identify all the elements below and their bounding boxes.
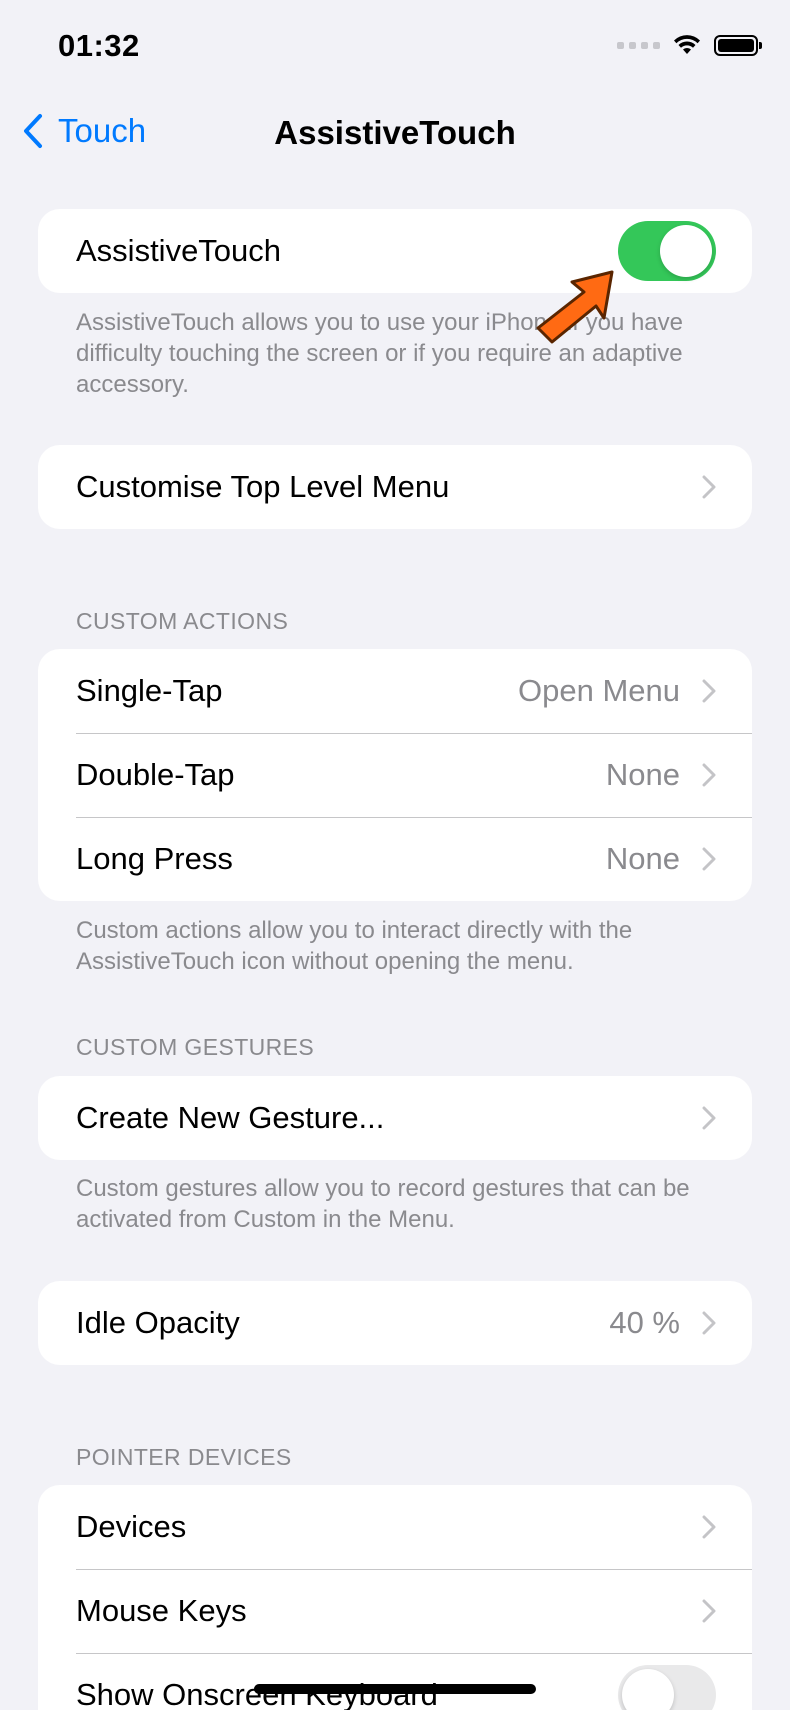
custom-gestures-header: CUSTOM GESTURES bbox=[76, 1034, 315, 1060]
chevron-right-icon bbox=[702, 847, 716, 871]
custom-actions-footer: Custom actions allow you to interact dir… bbox=[76, 917, 633, 975]
home-indicator[interactable] bbox=[254, 1684, 536, 1694]
chevron-right-icon bbox=[702, 679, 716, 703]
single-tap-label: Single-Tap bbox=[76, 673, 223, 708]
show-onscreen-keyboard-toggle[interactable] bbox=[618, 1665, 716, 1710]
customise-top-level-menu-row[interactable]: Customise Top Level Menu bbox=[38, 445, 752, 529]
pointer-devices-header: POINTER DEVICES bbox=[76, 1444, 292, 1470]
create-new-gesture-row[interactable]: Create New Gesture... bbox=[38, 1076, 752, 1160]
chevron-right-icon bbox=[702, 475, 716, 499]
annotation-arrow-icon bbox=[536, 270, 614, 344]
status-icons bbox=[617, 34, 762, 56]
assistive-touch-footer: AssistiveTouch allows you to use your iP… bbox=[76, 309, 683, 398]
status-time: 01:32 bbox=[58, 28, 140, 63]
navigation-bar: Touch AssistiveTouch bbox=[0, 96, 790, 172]
mouse-keys-row[interactable]: Mouse Keys bbox=[38, 1569, 752, 1653]
top-level-menu-group: Customise Top Level Menu bbox=[38, 445, 752, 529]
cellular-signal-icon bbox=[617, 41, 660, 49]
chevron-right-icon bbox=[702, 1515, 716, 1539]
custom-actions-header: CUSTOM ACTIONS bbox=[76, 608, 289, 634]
create-new-gesture-label: Create New Gesture... bbox=[76, 1100, 385, 1135]
custom-gestures-group: Create New Gesture... bbox=[38, 1076, 752, 1160]
show-onscreen-keyboard-row: Show Onscreen Keyboard bbox=[38, 1653, 752, 1710]
chevron-right-icon bbox=[702, 763, 716, 787]
idle-opacity-value: 40 % bbox=[609, 1305, 680, 1340]
assistive-touch-group: AssistiveTouch bbox=[38, 209, 752, 293]
wifi-icon bbox=[674, 35, 700, 54]
assistive-touch-label: AssistiveTouch bbox=[76, 233, 282, 268]
customise-top-level-menu-label: Customise Top Level Menu bbox=[76, 469, 450, 504]
chevron-right-icon bbox=[702, 1599, 716, 1623]
devices-label: Devices bbox=[76, 1509, 187, 1544]
double-tap-label: Double-Tap bbox=[76, 757, 235, 792]
assistive-touch-row: AssistiveTouch bbox=[38, 209, 752, 293]
page-title: AssistiveTouch bbox=[274, 114, 516, 151]
chevron-right-icon bbox=[702, 1106, 716, 1130]
long-press-value: None bbox=[605, 841, 680, 876]
double-tap-row[interactable]: Double-Tap None bbox=[38, 733, 752, 817]
mouse-keys-label: Mouse Keys bbox=[76, 1593, 247, 1628]
idle-opacity-row[interactable]: Idle Opacity 40 % bbox=[38, 1281, 752, 1365]
long-press-label: Long Press bbox=[76, 841, 233, 876]
single-tap-value: Open Menu bbox=[518, 673, 680, 708]
double-tap-value: None bbox=[605, 757, 680, 792]
custom-actions-group: Single-Tap Open Menu Double-Tap None Lon… bbox=[38, 649, 752, 901]
custom-gestures-footer: Custom gestures allow you to record gest… bbox=[76, 1175, 690, 1233]
status-bar: 01:32 bbox=[0, 0, 790, 96]
pointer-devices-group: Devices Mouse Keys Show Onscreen Keyboar… bbox=[38, 1485, 752, 1710]
battery-icon bbox=[714, 34, 762, 56]
single-tap-row[interactable]: Single-Tap Open Menu bbox=[38, 649, 752, 733]
idle-opacity-label: Idle Opacity bbox=[76, 1305, 240, 1340]
chevron-right-icon bbox=[702, 1311, 716, 1335]
assistive-touch-toggle[interactable] bbox=[618, 221, 716, 281]
devices-row[interactable]: Devices bbox=[38, 1485, 752, 1569]
long-press-row[interactable]: Long Press None bbox=[38, 817, 752, 901]
idle-opacity-group: Idle Opacity 40 % bbox=[38, 1281, 752, 1365]
